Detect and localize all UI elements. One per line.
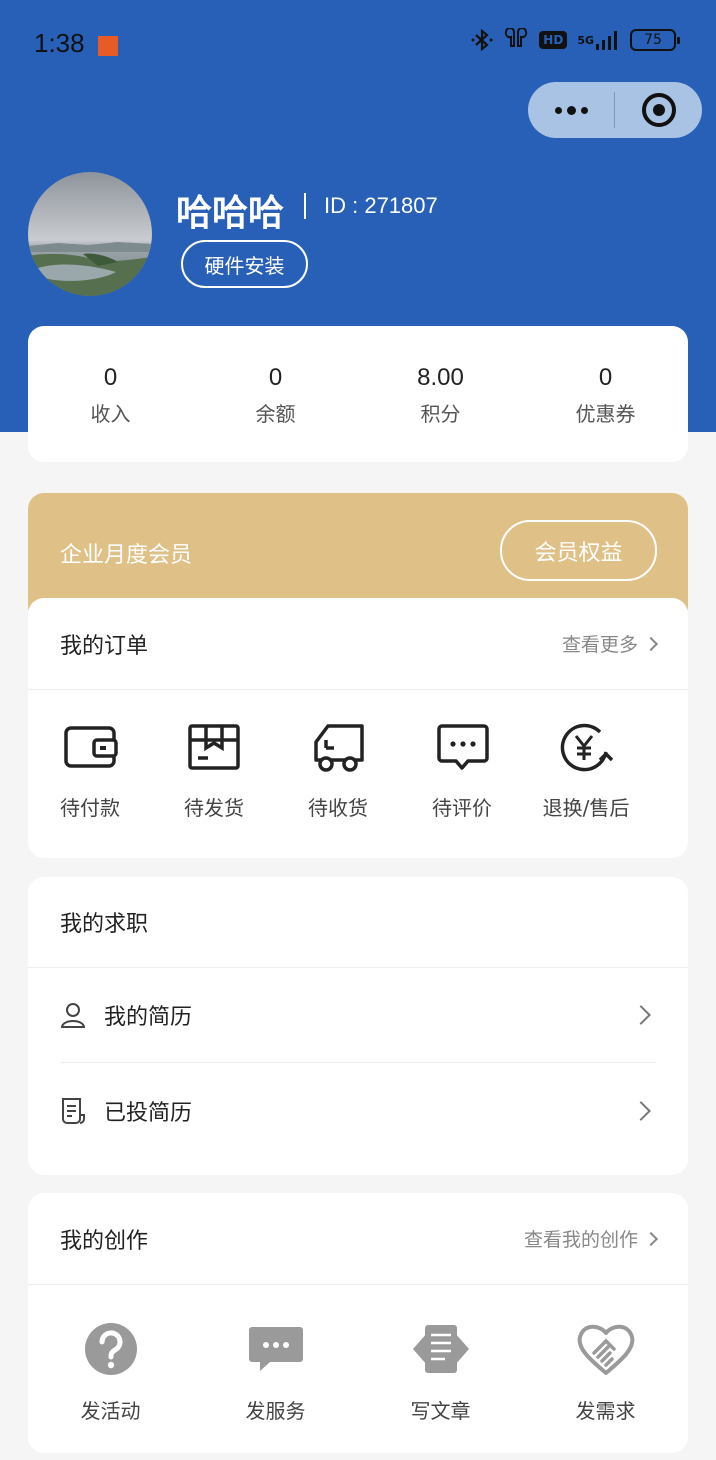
chevron-right-icon bbox=[643, 636, 659, 651]
stat-value: 8.00 bbox=[417, 364, 464, 391]
member-benefits-button[interactable]: 会员权益 bbox=[500, 520, 657, 581]
wallet-icon bbox=[64, 726, 118, 768]
stats-card: 0 收入 0 余额 8.00 积分 0 优惠券 bbox=[28, 326, 688, 462]
truck-icon bbox=[314, 724, 364, 772]
post-activity-button[interactable]: 发活动 bbox=[28, 1319, 193, 1424]
user-id: ID : 271807 bbox=[324, 193, 438, 218]
handshake-icon bbox=[577, 1324, 634, 1375]
more-dot-icon bbox=[580, 106, 588, 114]
write-article-button[interactable]: 写文章 bbox=[358, 1319, 523, 1424]
hardware-install-button[interactable]: 硬件安装 bbox=[181, 240, 308, 288]
creations-header: 我的创作 查看我的创作 bbox=[28, 1193, 688, 1285]
submitted-resumes-row[interactable]: 已投简历 bbox=[60, 1063, 656, 1158]
more-dot-icon bbox=[566, 105, 576, 115]
my-resume-row[interactable]: 我的简历 bbox=[60, 968, 656, 1063]
target-icon bbox=[641, 93, 676, 127]
list-label: 已投简历 bbox=[104, 1100, 193, 1126]
package-icon bbox=[188, 724, 240, 770]
view-more-label: 查看我的创作 bbox=[523, 1229, 638, 1251]
avatar[interactable] bbox=[28, 172, 152, 296]
creation-actions-row: 发活动 发服务 写文章 发需求 bbox=[28, 1285, 688, 1424]
user-icon bbox=[60, 1003, 86, 1028]
refund-icon bbox=[560, 723, 614, 772]
order-status-row: 待付款 待发货 待收货 待评价 退换/售后 bbox=[28, 690, 688, 821]
stat-label: 收入 bbox=[90, 402, 131, 426]
stat-value: 0 bbox=[268, 364, 283, 391]
battery-icon: 75 bbox=[630, 29, 680, 51]
document-icon bbox=[62, 1097, 85, 1124]
section-title: 我的求职 bbox=[60, 912, 149, 937]
post-service-button[interactable]: 发服务 bbox=[193, 1319, 358, 1424]
order-label: 待收货 bbox=[308, 796, 368, 820]
section-title: 我的订单 bbox=[60, 633, 149, 659]
order-label: 退换/售后 bbox=[542, 796, 630, 820]
creation-label: 写文章 bbox=[410, 1399, 471, 1423]
hd-badge: HD bbox=[539, 31, 568, 49]
creation-label: 发活动 bbox=[80, 1399, 141, 1423]
order-pending-review[interactable]: 待评价 bbox=[400, 720, 524, 821]
username: 哈哈哈 bbox=[176, 193, 285, 234]
more-dot-icon bbox=[554, 106, 562, 114]
stat-label: 余额 bbox=[255, 402, 296, 426]
stat-income[interactable]: 0 收入 bbox=[28, 326, 193, 462]
view-more-label: 查看更多 bbox=[561, 634, 638, 656]
more-menu-button[interactable] bbox=[528, 82, 614, 138]
creation-label: 发需求 bbox=[575, 1399, 636, 1423]
order-refund-aftersales[interactable]: 退换/售后 bbox=[524, 720, 648, 821]
membership-title: 企业月度会员 bbox=[60, 543, 193, 568]
earbuds-icon bbox=[503, 28, 529, 52]
jobs-header: 我的求职 bbox=[28, 877, 688, 968]
order-label: 待付款 bbox=[60, 796, 120, 820]
article-icon bbox=[412, 1325, 469, 1373]
order-label: 待评价 bbox=[432, 796, 492, 820]
view-my-creations-link[interactable]: 查看我的创作 bbox=[523, 1225, 659, 1252]
list-label: 我的简历 bbox=[104, 1005, 193, 1030]
chat-icon bbox=[248, 1327, 303, 1371]
chevron-right-icon bbox=[643, 1231, 659, 1246]
comment-icon bbox=[437, 724, 489, 770]
orders-header: 我的订单 查看更多 bbox=[28, 598, 688, 690]
stat-value: 0 bbox=[598, 364, 613, 391]
stat-value: 0 bbox=[103, 364, 118, 391]
section-title: 我的创作 bbox=[60, 1228, 149, 1254]
stat-coupons[interactable]: 0 优惠券 bbox=[523, 326, 688, 462]
creations-card: 我的创作 查看我的创作 发活动 发服务 写文章 发需求 bbox=[28, 1193, 688, 1453]
miniprogram-capsule bbox=[528, 82, 702, 138]
order-pending-payment[interactable]: 待付款 bbox=[28, 720, 152, 821]
view-more-orders-link[interactable]: 查看更多 bbox=[561, 630, 659, 657]
stat-points[interactable]: 8.00 积分 bbox=[358, 326, 523, 462]
question-icon bbox=[84, 1323, 137, 1375]
post-demand-button[interactable]: 发需求 bbox=[523, 1319, 688, 1424]
creation-label: 发服务 bbox=[245, 1399, 306, 1423]
bluetooth-icon bbox=[471, 28, 493, 52]
stat-balance[interactable]: 0 余额 bbox=[193, 326, 358, 462]
status-bar: 1:38 HD 5G 75 bbox=[0, 0, 716, 84]
order-pending-receipt[interactable]: 待收货 bbox=[276, 720, 400, 821]
status-time: 1:38 bbox=[34, 28, 85, 58]
close-miniprogram-button[interactable] bbox=[615, 93, 702, 127]
jobs-card: 我的求职 我的简历 已投简历 bbox=[28, 877, 688, 1175]
id-separator bbox=[304, 193, 306, 219]
order-pending-shipment[interactable]: 待发货 bbox=[152, 720, 276, 821]
chevron-right-icon bbox=[631, 1100, 651, 1121]
chevron-right-icon bbox=[631, 1005, 651, 1025]
order-label: 待发货 bbox=[184, 796, 244, 820]
status-icons: HD 5G 75 bbox=[471, 28, 680, 52]
stat-label: 积分 bbox=[420, 402, 461, 426]
notification-icon bbox=[98, 36, 118, 56]
stat-label: 优惠券 bbox=[575, 402, 636, 426]
signal-icon: 5G bbox=[577, 30, 620, 50]
orders-card: 我的订单 查看更多 待付款 待发货 待收货 待评价 退换/售后 bbox=[28, 598, 688, 858]
